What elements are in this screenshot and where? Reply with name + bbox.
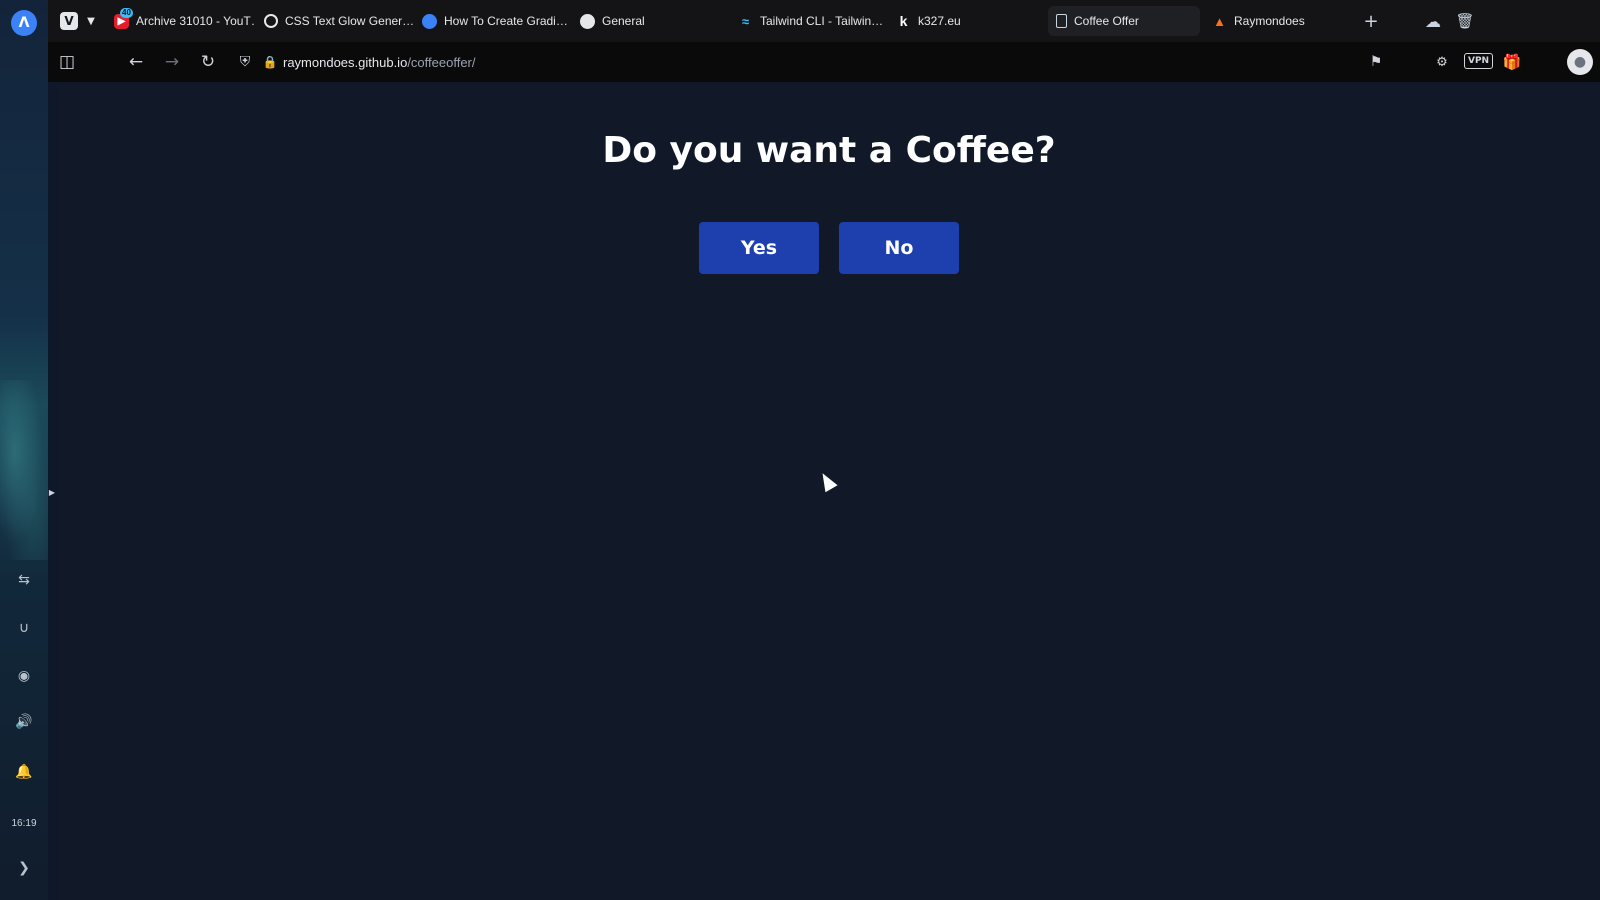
lock-icon[interactable]: 🔒 [255, 47, 285, 77]
profile-avatar[interactable]: ● [1567, 49, 1593, 75]
tab-youtube-archive[interactable]: ▶ 40 Archive 31010 - YouT… [106, 6, 256, 36]
tab-k327[interactable]: k k327.eu [888, 6, 1038, 36]
discord-icon[interactable]: ◉ [0, 660, 48, 692]
tab-label: Coffee Offer [1074, 14, 1139, 28]
url-field[interactable]: raymondoes.github.io/coffeeoffer/ [283, 50, 476, 74]
panel-toggle-icon[interactable]: ◫ [52, 47, 82, 77]
reload-button[interactable]: ↻ [193, 47, 223, 77]
magnet-icon[interactable]: ∪ [0, 612, 48, 644]
tab-label: k327.eu [918, 14, 961, 28]
k-icon: k [899, 13, 908, 29]
browser-sidebar: Λ ⇆ ∪ ◉ 🔊 🔔 16:19 ❯ [0, 0, 48, 900]
tailwind-icon: ≈ [741, 13, 750, 29]
back-button[interactable]: ← [121, 47, 151, 77]
address-bar: ◫ ← → ↻ ⛨ 🔒 raymondoes.github.io/coffeeo… [48, 42, 1600, 82]
sidebar-more-icon[interactable]: ❯ [0, 852, 48, 884]
youtube-icon: ▶ 40 [114, 7, 133, 29]
tab-label: How To Create Gradi… [444, 14, 568, 28]
tab-label: Tailwind CLI - Tailwin… [760, 14, 884, 28]
forward-button[interactable]: → [157, 47, 187, 77]
tab-coffee-offer[interactable]: Coffee Offer [1048, 6, 1200, 36]
chevron-down-icon[interactable]: ▼ [76, 6, 106, 36]
document-icon [1056, 14, 1067, 28]
browser-window: Λ ⇆ ∪ ◉ 🔊 🔔 16:19 ❯ ▶ V ▼ ▶ 40 Archive 31… [0, 0, 1600, 900]
gift-icon[interactable]: 🎁 [1497, 47, 1527, 77]
url-host: raymondoes.github.io [283, 54, 408, 70]
sync-icon[interactable]: ⇆ [0, 564, 48, 596]
fire-icon: ▲ [1213, 13, 1226, 29]
url-path: /coffeeoffer/ [407, 54, 476, 70]
cloud-icon[interactable]: ☁ [1418, 6, 1448, 36]
bell-icon[interactable]: 🔔 [0, 756, 48, 788]
page-title: Do you want a Coffee? [602, 130, 1056, 171]
yes-button[interactable]: Yes [699, 222, 819, 274]
new-tab-button[interactable]: + [1356, 6, 1386, 36]
tab-general[interactable]: General [572, 6, 730, 36]
sidebar-wallpaper [0, 380, 48, 560]
tab-label: General [602, 14, 645, 28]
page-content: Do you want a Coffee? Yes No [58, 82, 1600, 900]
settings-gear-icon[interactable]: ⚙ [1427, 47, 1457, 77]
tab-css-text-glow[interactable]: CSS Text Glow Gener… [256, 6, 414, 36]
tab-label: CSS Text Glow Gener… [285, 14, 414, 28]
bookmark-icon[interactable]: ⚑ [1361, 47, 1391, 77]
gradient-icon [422, 13, 437, 29]
logo-icon: Λ [11, 10, 37, 36]
sidebar-expand-icon[interactable]: ▶ [48, 484, 56, 500]
volume-icon[interactable]: 🔊 [0, 706, 48, 738]
css-icon [264, 14, 278, 28]
tab-label: Archive 31010 - YouT… [136, 14, 256, 28]
tab-tailwind[interactable]: ≈ Tailwind CLI - Tailwin… [730, 6, 888, 36]
tab-raymondoes[interactable]: ▲ Raymondoes [1204, 6, 1354, 36]
tab-badge: 40 [120, 7, 133, 18]
no-button[interactable]: No [839, 222, 959, 274]
tab-bar: V ▼ ▶ 40 Archive 31010 - YouT… CSS Text G… [48, 0, 1600, 42]
trash-icon[interactable]: 🗑 [1450, 6, 1480, 36]
sidebar-clock: 16:19 [11, 818, 37, 829]
browser-logo[interactable]: Λ [0, 7, 48, 39]
answer-buttons: Yes No [58, 222, 1600, 274]
tab-label: Raymondoes [1234, 14, 1305, 28]
tab-gradient[interactable]: How To Create Gradi… [414, 6, 572, 36]
github-icon [580, 13, 595, 29]
vpn-button[interactable]: VPN [1464, 53, 1494, 69]
